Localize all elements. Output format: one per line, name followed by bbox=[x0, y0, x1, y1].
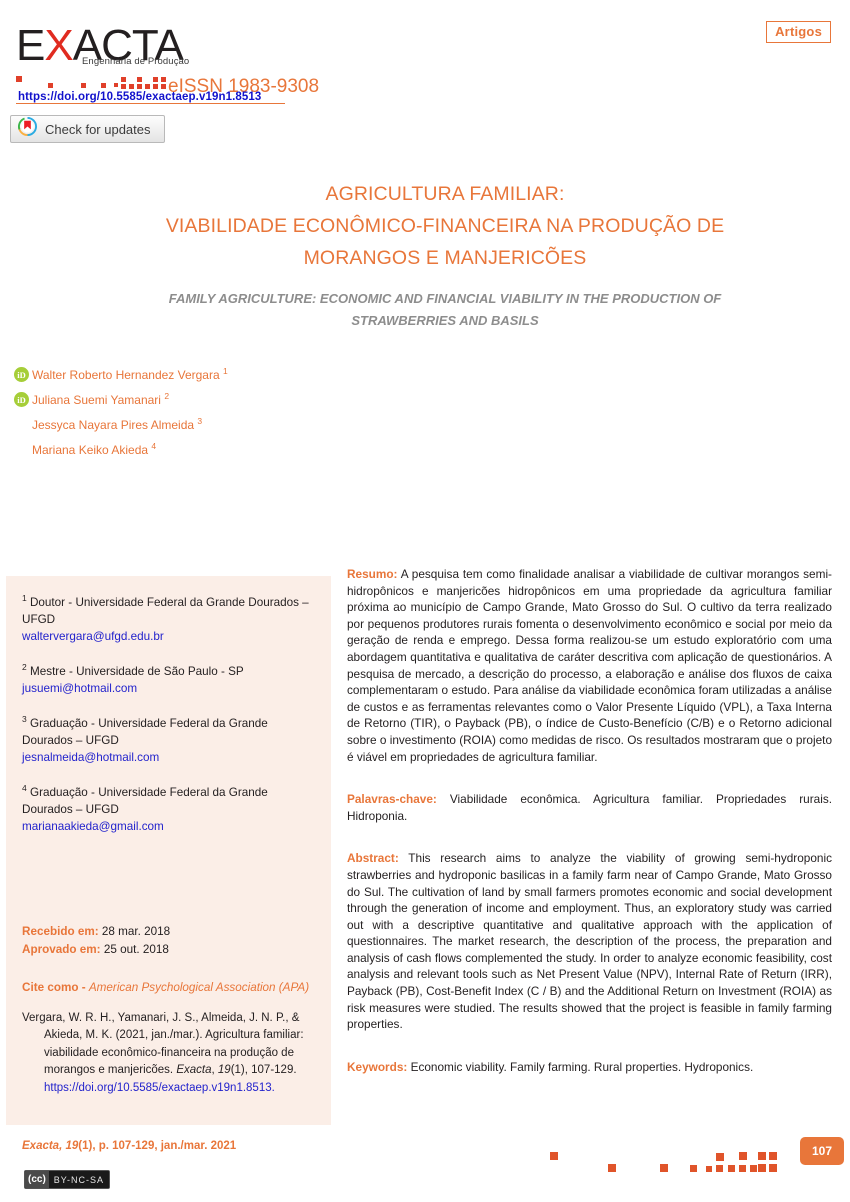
author-name: Jessyca Nayara Pires Almeida 3 bbox=[32, 416, 203, 432]
logo-letter-e: E bbox=[16, 21, 45, 70]
abstract-pt-label: Resumo: bbox=[347, 567, 398, 581]
cc-logo-icon: (cc) bbox=[25, 1171, 49, 1188]
received-date: Recebido em: 28 mar. 2018 bbox=[22, 923, 315, 941]
creative-commons-license-badge[interactable]: (cc) BY-NC-SA bbox=[24, 1170, 110, 1189]
doi-link[interactable]: https://doi.org/10.5585/exactaep.v19n1.8… bbox=[18, 91, 261, 103]
affiliation-item: 3 Graduação - Universidade Federal da Gr… bbox=[22, 711, 315, 766]
author-item: iD Juliana Suemi Yamanari 2 bbox=[14, 382, 334, 407]
page-subtitle: FAMILY AGRICULTURE: ECONOMIC AND FINANCI… bbox=[140, 288, 750, 332]
author-item: Jessyca Nayara Pires Almeida 3 bbox=[14, 407, 334, 432]
logo-wordmark: EXACTA Engenharia de Produção bbox=[16, 24, 316, 74]
affiliation-item: 4 Graduação - Universidade Federal da Gr… bbox=[22, 780, 315, 835]
author-affiliation-marker: 4 bbox=[151, 441, 157, 451]
affiliation-email[interactable]: marianaakieda@gmail.com bbox=[22, 818, 315, 835]
section-badge: Artigos bbox=[766, 21, 831, 43]
author-list: iD Walter Roberto Hernandez Vergara 1 iD… bbox=[14, 357, 334, 457]
received-value: 28 mar. 2018 bbox=[101, 924, 171, 938]
check-for-updates-label: Check for updates bbox=[45, 121, 151, 137]
affiliation-email[interactable]: jesnalmeida@hotmail.com bbox=[22, 749, 315, 766]
check-for-updates-button[interactable]: Check for updates bbox=[10, 115, 165, 143]
approved-label: Aprovado em: bbox=[22, 942, 101, 956]
affiliation-marker: 2 bbox=[22, 661, 27, 672]
footer-dot-pattern-icon bbox=[540, 1152, 777, 1192]
footer-journal: Exacta, bbox=[22, 1140, 63, 1152]
citation-style-header: Cite como - American Psychological Assoc… bbox=[22, 979, 315, 996]
author-affiliation-marker: 3 bbox=[197, 416, 203, 426]
abstract-en: Abstract: This research aims to analyze … bbox=[347, 850, 832, 1033]
affiliation-email[interactable]: jusuemi@hotmail.com bbox=[22, 680, 315, 697]
footer-citation: Exacta, 19(1), p. 107-129, jan./mar. 202… bbox=[22, 1140, 236, 1152]
footer-issue-pages: (1), p. 107-129, jan./mar. 2021 bbox=[78, 1140, 237, 1152]
logo-tagline: Engenharia de Produção bbox=[82, 56, 190, 67]
abstract-en-label: Abstract: bbox=[347, 851, 399, 866]
approved-value: 25 out. 2018 bbox=[103, 942, 169, 956]
affiliation-item: 1 Doutor - Universidade Federal da Grand… bbox=[22, 590, 315, 645]
received-label: Recebido em: bbox=[22, 924, 99, 938]
affiliation-marker: 1 bbox=[22, 593, 27, 603]
abstract-pt-text: A pesquisa tem como finalidade analisar … bbox=[347, 567, 832, 764]
abstract-en-text: This research aims to analyze the viabil… bbox=[347, 851, 832, 1032]
logo-divider bbox=[16, 103, 285, 104]
author-item: iD Walter Roberto Hernandez Vergara 1 bbox=[14, 357, 334, 382]
page-title: AGRICULTURA FAMILIAR: VIABILIDADE ECONÔM… bbox=[130, 178, 760, 274]
affiliation-marker: 4 bbox=[22, 782, 27, 793]
affiliation-text: Doutor - Universidade Federal da Grande … bbox=[22, 595, 309, 626]
citation-journal: Exacta bbox=[176, 1064, 212, 1077]
citation-doi[interactable]: https://doi.org/10.5585/exactaep.v19n1.8… bbox=[44, 1082, 275, 1094]
citation-pages: 107-129. bbox=[251, 1064, 297, 1077]
citation-volume: 19 bbox=[217, 1064, 231, 1077]
keywords-pt: Palavras-chave: Viabilidade econômica. A… bbox=[347, 791, 832, 824]
abstract-column: Resumo: A pesquisa tem como finalidade a… bbox=[347, 566, 832, 1089]
affiliation-text: Mestre - Universidade de São Paulo - SP bbox=[29, 664, 244, 678]
author-item: Mariana Keiko Akieda 4 bbox=[14, 432, 334, 457]
affiliation-text: Graduação - Universidade Federal da Gran… bbox=[22, 716, 268, 747]
page-subtitle-line-1: FAMILY AGRICULTURE: ECONOMIC AND FINANCI… bbox=[168, 291, 722, 306]
orcid-id-icon[interactable]: iD bbox=[14, 367, 29, 382]
affiliation-item: 2 Mestre - Universidade de São Paulo - S… bbox=[22, 659, 315, 697]
author-name: Juliana Suemi Yamanari 2 bbox=[32, 391, 170, 407]
cite-como-label: Cite como - bbox=[22, 980, 86, 994]
keywords-pt-label: Palavras-chave: bbox=[347, 792, 437, 807]
citation-style-name: American Psychological Association (APA) bbox=[88, 980, 310, 994]
cc-license-terms: BY-NC-SA bbox=[48, 1171, 109, 1188]
citation-issue: (1), bbox=[230, 1064, 248, 1077]
page-title-line-2: VIABILIDADE ECONÔMICO-FINANCEIRA NA PROD… bbox=[165, 215, 725, 237]
author-name: Walter Roberto Hernandez Vergara 1 bbox=[32, 366, 228, 382]
abstract-pt: Resumo: A pesquisa tem como finalidade a… bbox=[347, 566, 832, 765]
page-number-badge: 107 bbox=[800, 1137, 844, 1165]
keywords-en-label: Keywords: bbox=[347, 1059, 408, 1074]
approved-date: Aprovado em: 25 out. 2018 bbox=[22, 941, 315, 959]
citation-reference: Vergara, W. R. H., Yamanari, J. S., Alme… bbox=[22, 1010, 315, 1098]
affiliation-email[interactable]: waltervergara@ufgd.edu.br bbox=[22, 628, 315, 645]
publication-dates: Recebido em: 28 mar. 2018 Aprovado em: 2… bbox=[22, 923, 315, 959]
journal-logo: EXACTA Engenharia de Produção eISSN 1983… bbox=[16, 24, 319, 104]
footer-volume: 19 bbox=[65, 1140, 79, 1152]
affiliation-marker: 3 bbox=[22, 713, 27, 724]
affiliation-text: Graduação - Universidade Federal da Gran… bbox=[22, 785, 268, 816]
orcid-placeholder bbox=[14, 442, 29, 457]
logo-letter-x: X bbox=[44, 21, 73, 70]
keywords-en: Keywords: Economic viability. Family far… bbox=[347, 1059, 832, 1076]
orcid-id-icon[interactable]: iD bbox=[14, 392, 29, 407]
crossmark-icon bbox=[18, 117, 37, 141]
page-title-line-3: MORANGOS E MANJERICÕES bbox=[303, 247, 587, 269]
orcid-placeholder bbox=[14, 417, 29, 432]
citation-year: (2021, jan./mar.). bbox=[115, 1029, 203, 1042]
author-affiliation-marker: 1 bbox=[223, 366, 228, 376]
page-subtitle-line-2: STRAWBERRIES AND BASILS bbox=[351, 313, 539, 328]
page-title-line-1: AGRICULTURA FAMILIAR: bbox=[325, 183, 565, 205]
author-name: Mariana Keiko Akieda 4 bbox=[32, 441, 157, 457]
author-affiliation-marker: 2 bbox=[164, 391, 170, 401]
keywords-en-text: Economic viability. Family farming. Rura… bbox=[410, 1059, 754, 1074]
metadata-sidebar: 1 Doutor - Universidade Federal da Grand… bbox=[6, 576, 331, 1125]
